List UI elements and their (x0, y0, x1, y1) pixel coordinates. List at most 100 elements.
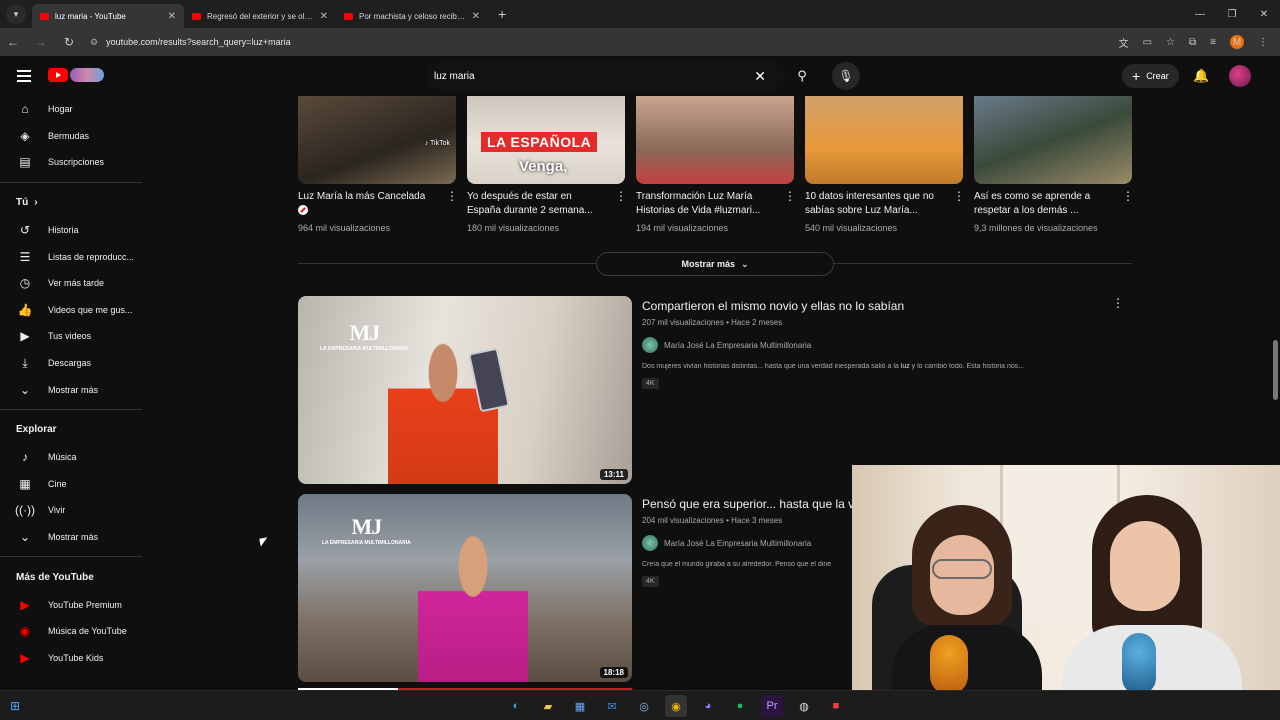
short-title[interactable]: 10 datos interesantes que no sabías sobr… (805, 190, 945, 220)
notifications-bell-icon[interactable]: 🔔 (1193, 68, 1209, 84)
search-input[interactable] (434, 70, 755, 82)
close-window-icon[interactable]: ✕ (1248, 9, 1280, 20)
more-actions-icon[interactable]: ⋮ (953, 190, 965, 220)
sidebar-item-history[interactable]: ↺ Historia (0, 217, 160, 244)
short-card[interactable]: LA ESPAÑOLA Venga, Yo después de estar e… (467, 96, 627, 233)
short-thumbnail[interactable]: LA ESPAÑOLA Venga, (467, 96, 625, 184)
short-card[interactable]: Así es como se aprende a respetar a los … (974, 96, 1132, 233)
site-info-icon[interactable]: ⚙ (90, 37, 98, 48)
voice-search-button[interactable]: 🎙 (832, 62, 860, 90)
mouse-cursor-icon (259, 537, 269, 547)
more-actions-icon[interactable]: ⋮ (1112, 296, 1124, 310)
sidebar-item-show-more[interactable]: ⌄ Mostrar más (0, 376, 160, 403)
video-thumbnail[interactable]: MJ LA EMPRESARIA MULTIMILLONARIA 18:18 (298, 494, 632, 682)
sidebar-you-heading[interactable]: Tú › (0, 189, 160, 217)
sidebar: ⌂ Hogar ◈ Bermudas ▤ Suscripciones Tú › ↺ His… (0, 96, 160, 690)
video-result[interactable]: MJ LA EMPRESARIA MULTIMILLONARIA 13:11 C… (298, 296, 1124, 484)
tab-close-icon[interactable]: ✕ (320, 11, 328, 22)
short-title[interactable]: Así es como se aprende a respetar a los … (974, 190, 1114, 220)
sidebar-item-movies[interactable]: ▦ Cine (0, 471, 160, 498)
sidebar-item-youtube-premium[interactable]: ▶ YouTube Premium (0, 591, 160, 618)
short-card[interactable]: ♪ TikTok Luz María la más Cancelada ⋮ 964… (298, 96, 458, 233)
channel-avatar[interactable] (642, 337, 658, 353)
browser-tab[interactable]: Regresó del exterior y se olvidó ✕ (184, 4, 336, 28)
show-more-button[interactable]: Mostrar más ⌄ (596, 252, 834, 276)
short-title[interactable]: Yo después de estar en España durante 2 … (467, 190, 607, 220)
tab-close-icon[interactable]: ✕ (472, 11, 480, 22)
short-title[interactable]: Luz María la más Cancelada (298, 190, 438, 220)
browser-menu-icon[interactable]: ⋮ (1258, 37, 1268, 48)
file-explorer-icon[interactable]: ▰ (537, 695, 559, 717)
short-card[interactable]: 10 datos interesantes que no sabías sobr… (805, 96, 965, 233)
sidebar-item-home[interactable]: ⌂ Hogar (0, 96, 160, 123)
tab-search-menu-icon[interactable]: ▾ (6, 4, 26, 24)
scrollbar-thumb[interactable] (1273, 340, 1278, 400)
sidebar-item-shorts[interactable]: ◈ Bermudas (0, 123, 160, 150)
store-icon[interactable]: ▦ (569, 695, 591, 717)
new-tab-icon[interactable]: + (498, 6, 506, 22)
short-thumbnail[interactable] (805, 96, 963, 184)
forward-icon[interactable]: → (34, 35, 48, 49)
mail-icon[interactable]: ✉ (601, 695, 623, 717)
video-title[interactable]: Compartieron el mismo novio y ellas no l… (642, 298, 1122, 314)
sidebar-item-show-more[interactable]: ⌄ Mostrar más (0, 524, 160, 551)
sidebar-item-downloads[interactable]: ⤓ Descargas (0, 350, 160, 377)
sidebar-item-liked[interactable]: 👍 Videos que me gus... (0, 297, 160, 324)
profile-avatar[interactable]: M (1230, 35, 1244, 49)
short-thumbnail[interactable] (636, 96, 794, 184)
cast-icon[interactable]: ▭ (1143, 37, 1152, 48)
short-title[interactable]: Transformación Luz María Historias de Vi… (636, 190, 776, 220)
recording-app-icon[interactable]: ■ (825, 695, 847, 717)
section-heading: Explorar (16, 424, 57, 436)
section-heading: Más de YouTube (16, 571, 94, 583)
minimize-icon[interactable]: — (1184, 9, 1216, 20)
create-button[interactable]: + Crear (1122, 64, 1179, 88)
discord-icon[interactable]: ◕ (697, 695, 719, 717)
sidebar-item-live[interactable]: ((·)) Vivir (0, 497, 160, 524)
url-field[interactable]: ⚙ youtube.com/results?search_query=luz+m… (90, 31, 1105, 53)
more-actions-icon[interactable]: ⋮ (784, 190, 796, 220)
translate-icon[interactable]: 文 (1119, 35, 1129, 50)
search-button[interactable]: ⚲ (786, 62, 818, 90)
more-actions-icon[interactable]: ⋮ (615, 190, 627, 220)
bookmark-star-icon[interactable]: ☆ (1166, 37, 1175, 48)
short-thumbnail[interactable] (974, 96, 1132, 184)
steam-icon[interactable]: ◎ (633, 695, 655, 717)
short-views: 180 mil visualizaciones (467, 223, 560, 233)
account-avatar[interactable] (1229, 65, 1251, 87)
windows-start-icon[interactable]: ⊞ (10, 699, 20, 713)
more-actions-icon[interactable]: ⋮ (1122, 190, 1132, 220)
channel-name[interactable]: María José La Empresaria Multimillonaria (664, 539, 811, 548)
sidebar-item-music[interactable]: ♪ Música (0, 444, 160, 471)
short-thumbnail[interactable]: ♪ TikTok (298, 96, 456, 184)
reload-icon[interactable]: ↻ (62, 35, 76, 49)
clear-search-icon[interactable]: ✕ (754, 68, 766, 85)
edge-icon[interactable]: ◐ (505, 695, 527, 717)
sidebar-item-your-videos[interactable]: ▶ Tus videos (0, 323, 160, 350)
sidebar-item-youtube-kids[interactable]: ▶ YouTube Kids (0, 645, 160, 672)
channel-avatar[interactable] (642, 535, 658, 551)
video-thumbnail[interactable]: MJ LA EMPRESARIA MULTIMILLONARIA 13:11 (298, 296, 632, 484)
obs-icon[interactable]: ◍ (793, 695, 815, 717)
more-actions-icon[interactable]: ⋮ (446, 190, 458, 220)
chrome-icon[interactable]: ◉ (665, 695, 687, 717)
sidebar-item-subscriptions[interactable]: ▤ Suscripciones (0, 149, 160, 176)
sidebar-item-watch-later[interactable]: ◷ Ver más tarde (0, 270, 160, 297)
sidebar-divider (0, 408, 142, 410)
sidebar-item-playlists[interactable]: ☰ Listas de reproducc... (0, 243, 160, 270)
menu-icon[interactable] (17, 70, 31, 85)
tab-close-icon[interactable]: ✕ (168, 11, 176, 22)
spotify-icon[interactable]: ● (729, 695, 751, 717)
extensions-icon[interactable]: ⧉ (1189, 37, 1196, 48)
sidebar-item-youtube-music[interactable]: ◉ Música de YouTube (0, 618, 160, 645)
channel-name[interactable]: María José La Empresaria Multimillonaria (664, 341, 811, 350)
browser-tab[interactable]: luz maria - YouTube ✕ (32, 4, 184, 28)
channel-link[interactable]: María José La Empresaria Multimillonaria (642, 337, 1122, 353)
browser-tab[interactable]: Por machista y celoso recibió u ✕ (336, 4, 488, 28)
premiere-icon[interactable]: Pr (761, 695, 783, 717)
youtube-logo[interactable] (48, 68, 104, 82)
back-icon[interactable]: ← (6, 35, 20, 49)
restore-icon[interactable]: ❐ (1216, 9, 1248, 20)
media-controls-icon[interactable]: ≡ (1210, 37, 1216, 48)
short-card[interactable]: Transformación Luz María Historias de Vi… (636, 96, 796, 233)
